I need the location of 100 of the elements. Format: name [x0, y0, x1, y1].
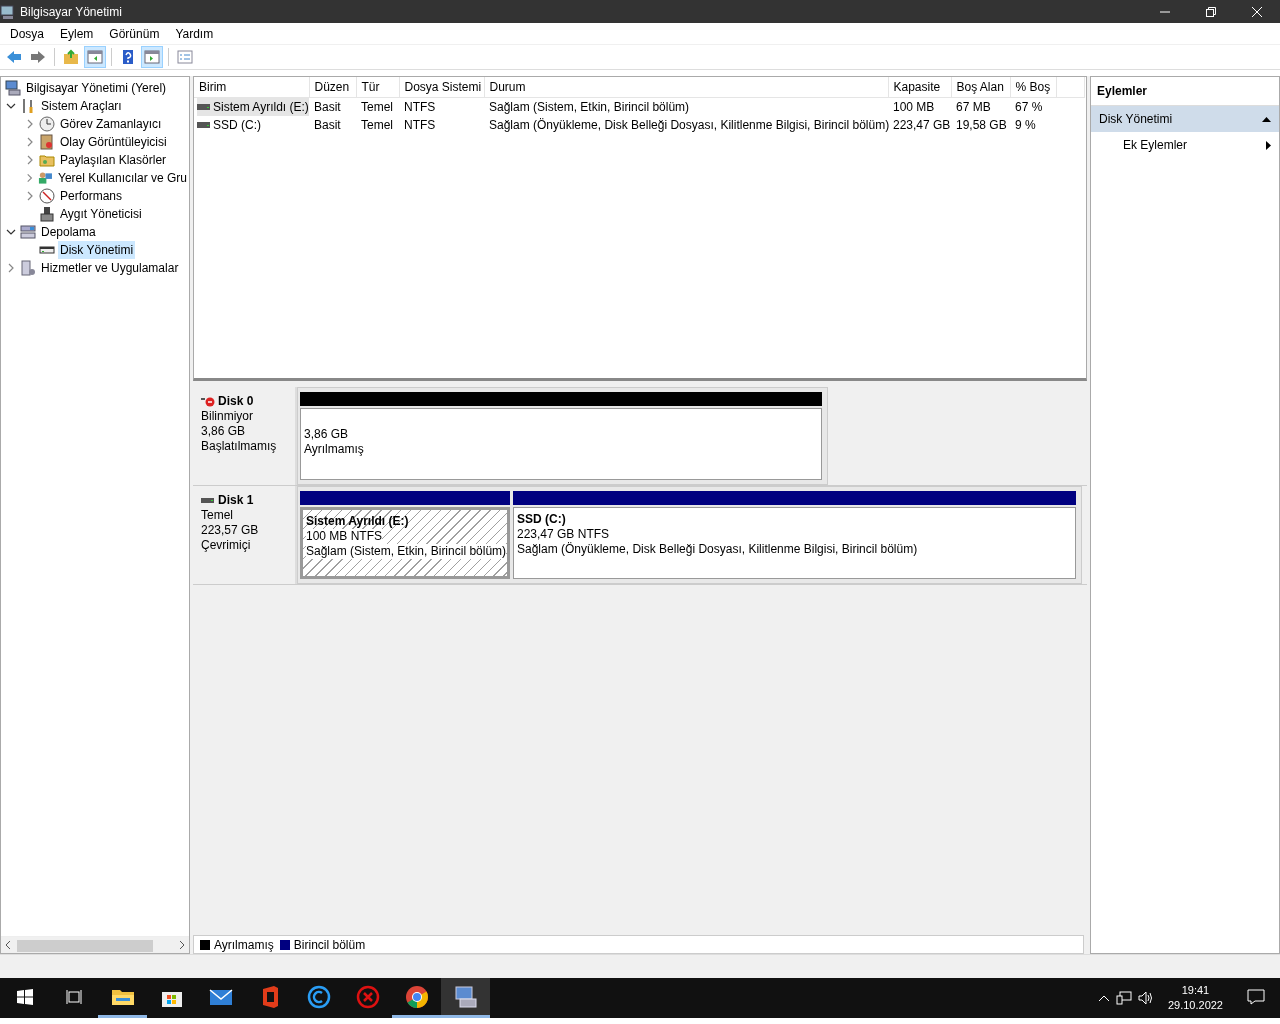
speaker-icon[interactable]	[1137, 991, 1154, 1005]
tree-item[interactable]: Paylaşılan Klasörler	[58, 151, 169, 169]
restore-icon	[1206, 6, 1216, 17]
scrollbar-thumb[interactable]	[17, 939, 153, 952]
network-icon[interactable]	[1115, 991, 1132, 1005]
table-cell: 67 %	[1015, 100, 1043, 114]
table-cell: 223,47 GB	[893, 118, 951, 132]
table-cell: 100 MB	[893, 100, 935, 114]
browser-icon	[403, 983, 430, 1010]
help-icon	[120, 49, 136, 65]
partition-title: Sistem Ayrıldı (E:)	[306, 514, 410, 529]
users-icon	[38, 170, 54, 186]
tree-item[interactable]: Performans	[58, 187, 125, 205]
table-cell: Basit	[314, 100, 341, 114]
close-icon	[1252, 6, 1262, 17]
actions-section[interactable]: Disk Yönetimi	[1091, 106, 1279, 132]
column-header[interactable]: Birim	[194, 77, 309, 98]
menu-item[interactable]: Görünüm	[101, 24, 168, 43]
log-book-icon	[39, 134, 55, 150]
disk-info: Bilinmiyor	[201, 409, 254, 424]
column-header[interactable]: Düzen	[309, 77, 356, 98]
partition-block[interactable]: 3,86 GB Ayrılmamış	[300, 408, 822, 480]
tree-item[interactable]: Hizmetler ve Uygulamalar	[39, 259, 181, 277]
table-cell: NTFS	[404, 118, 436, 132]
disk-name: Disk 0	[218, 394, 254, 409]
menu-item[interactable]: Eylem	[52, 24, 102, 43]
back-arrow-icon	[6, 49, 22, 65]
computer-icon	[5, 80, 21, 96]
partition-block[interactable]: Sistem Ayrıldı (E:) 100 MB NTFS Sağlam (Sistem, Etkin, Birincil bölüm)	[300, 507, 510, 579]
table-cell: Sağlam (Sistem, Etkin, Birincil bölüm)	[489, 100, 690, 114]
partition-info: 223,47 GB NTFS	[517, 527, 611, 542]
table-cell: NTFS	[404, 100, 436, 114]
column-header[interactable]: Boş Alan	[951, 77, 1010, 98]
window-title: Bilgisayar Yönetimi	[19, 3, 123, 21]
clock-date: 29.10.2022	[1167, 998, 1223, 1013]
windows-logo-icon	[16, 988, 33, 1005]
tree-item[interactable]: Bilgisayar Yönetimi (Yerel)	[24, 79, 169, 97]
submenu-arrow-icon	[1266, 140, 1271, 150]
drive-icon	[197, 103, 210, 111]
tree-item[interactable]: Görev Zamanlayıcı	[58, 115, 164, 133]
taskbar-app[interactable]	[441, 978, 490, 1018]
disk-info: 3,86 GB	[201, 424, 247, 439]
table-cell: Basit	[314, 118, 341, 132]
storage-icon	[20, 224, 36, 240]
clock[interactable]: 19:41 29.10.2022	[1159, 983, 1231, 1013]
gauge-icon	[39, 188, 55, 204]
tree-item[interactable]: Aygıt Yöneticisi	[58, 205, 144, 223]
forward-arrow-icon	[30, 49, 46, 65]
task-view-icon	[65, 988, 82, 1005]
column-header[interactable]: Durum	[484, 77, 888, 98]
partition-info: Sağlam (Önyükleme, Disk Belleği Dosyası, Kilitlenme Bilgisi, Birincil bölüm)	[517, 542, 919, 557]
shared-folder-icon	[39, 152, 55, 168]
column-header[interactable]: % Boş	[1010, 77, 1056, 98]
disk-info: Çevrimiçi	[201, 538, 252, 553]
column-header[interactable]: Tür	[356, 77, 399, 98]
menu-item[interactable]: Yardım	[167, 24, 222, 43]
partition-info: 100 MB NTFS	[306, 529, 383, 544]
disk-info: Başlatılmamış	[201, 439, 278, 454]
notification-icon	[1246, 988, 1265, 1005]
folder-up-icon	[63, 49, 79, 65]
chevron-up-icon[interactable]	[1097, 994, 1110, 1002]
legend-label: Ayrılmamış	[214, 936, 274, 954]
disk-info: Temel	[201, 508, 234, 523]
computer-icon	[0, 3, 16, 20]
disk-error-icon	[201, 395, 215, 408]
table-cell: Temel	[361, 100, 393, 114]
device-icon	[39, 206, 55, 222]
tree-item[interactable]: Depolama	[39, 223, 98, 241]
clock-time: 19:41	[1180, 983, 1211, 998]
partition-block[interactable]: SSD (C:) 223,47 GB NTFS Sağlam (Önyükleme, Disk Belleği Dosyası, Kilitlenme Bilgisi, Birincil bölüm)	[513, 507, 1076, 579]
partition-info: Sağlam (Sistem, Etkin, Birincil bölüm)	[306, 544, 507, 559]
collapse-icon	[1262, 116, 1271, 122]
table-cell[interactable]: SSD (C:)	[213, 116, 261, 134]
partition-info: 3,86 GB	[304, 427, 350, 442]
partition-info: Ayrılmamış	[304, 442, 365, 457]
clock-icon	[39, 116, 55, 132]
tools-icon	[20, 98, 36, 114]
pane-icon	[87, 49, 103, 65]
legend-label: Birincil bölüm	[293, 936, 366, 954]
action-item[interactable]: Ek Eylemler	[1091, 132, 1279, 158]
computer-icon	[452, 983, 479, 1010]
toolbar-button[interactable]	[84, 46, 106, 68]
column-header[interactable]: Kapasite	[888, 77, 951, 98]
drive-icon	[197, 121, 210, 129]
c-circle-icon	[305, 983, 332, 1010]
tree-item[interactable]: Disk Yönetimi	[58, 241, 136, 259]
disk-info: 223,57 GB	[201, 523, 260, 538]
table-cell: 19,58 GB	[956, 118, 1007, 132]
toolbar-button[interactable]	[141, 46, 163, 68]
partition-title: SSD (C:)	[517, 512, 567, 527]
services-icon	[20, 260, 36, 276]
table-cell: Sağlam (Önyükleme, Disk Belleği Dosyası, Kilitlenme Bilgisi, Birincil bölüm)	[489, 118, 890, 132]
table-cell: 9 %	[1015, 118, 1036, 132]
table-cell: 67 MB	[956, 100, 991, 114]
disk-name: Disk 1	[218, 493, 254, 508]
tree-item[interactable]: Sistem Araçları	[39, 97, 124, 115]
tree-item[interactable]: Olay Görüntüleyicisi	[58, 133, 169, 151]
column-header[interactable]: Dosya Sistemi	[399, 77, 484, 98]
menu-item[interactable]: Dosya	[2, 24, 52, 43]
tree-item[interactable]: Yerel Kullanıcılar ve Gru	[56, 169, 189, 187]
